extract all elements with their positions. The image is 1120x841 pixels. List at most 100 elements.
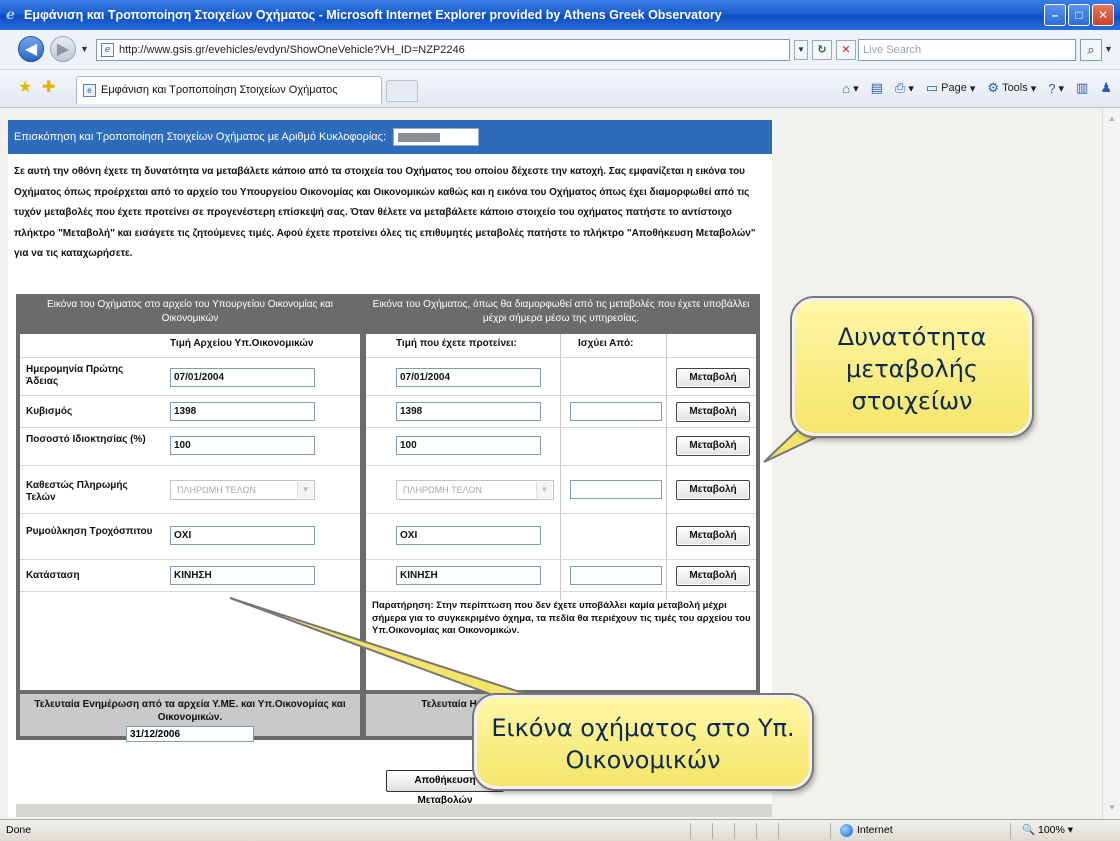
home-icon: ⌂ [842,80,851,96]
proposed-panel: Τιμή που έχετε προτείνει: Ισχύει Από: Με… [366,334,756,690]
ie-logo-icon: e [6,7,15,23]
stop-icon[interactable]: ✕ [836,40,856,60]
status-divider [690,823,691,839]
table-row: ΠΛΗΡΩΜΗ ΤΕΛΩΝ ▼ Μεταβολή [366,466,756,514]
messenger-button[interactable]: ♟ [1100,80,1112,96]
tools-menu-label: Tools [1002,82,1028,94]
proposed-fee-status-select[interactable]: ΠΛΗΡΩΜΗ ΤΕΛΩΝ ▼ [396,480,554,500]
favorites-star-icon[interactable]: ★ [18,80,32,96]
status-divider [712,823,713,839]
proposed-first-license-field[interactable] [396,368,541,387]
change-button[interactable]: Μεταβολή [676,436,750,456]
table-row: Ποσοστό Ιδιοκτησίας (%) [20,428,360,466]
research-button[interactable]: ▥ [1076,80,1088,96]
change-button[interactable]: Μεταβολή [676,566,750,586]
last-update-label: Τελευταία Ενημέρωση από τα αρχεία Υ.ΜΕ. … [34,699,346,723]
archive-towing-field[interactable] [170,526,315,545]
archive-status-field[interactable] [170,566,315,585]
search-options-icon[interactable]: ▼ [1104,44,1113,54]
proposed-engine-cc-field[interactable] [396,402,541,421]
note-text: Παρατήρηση: Στην περίπτωση που δεν έχετε… [372,600,751,636]
research-icon: ▥ [1076,80,1089,95]
back-button[interactable]: ◀ [18,36,44,62]
callout-change-capability: Δυνατότητα μεταβολής στοιχείων [792,298,1032,436]
valid-from-engine-cc-field[interactable] [570,402,662,421]
new-tab-button[interactable] [386,80,418,102]
page-bottom-band [16,804,772,817]
proposed-status-field[interactable] [396,566,541,585]
tab-active[interactable]: e Εμφάνιση και Τροποποίηση Στοιχείων Οχή… [76,76,382,104]
row-label: Ποσοστό Ιδιοκτησίας (%) [26,434,146,445]
vertical-scrollbar[interactable]: ▲ ▼ [1102,108,1120,819]
archive-panel: Τιμή Αρχείου Υπ.Οικονομικών Ημερομηνία Π… [20,334,360,690]
table-row: Ημερομηνία Πρώτης Άδειας [20,358,360,396]
maximize-button[interactable]: □ [1068,4,1090,26]
window-titlebar: e Εμφάνιση και Τροποποίηση Στοιχείων Οχή… [0,0,1120,30]
proposed-towing-field[interactable] [396,526,541,545]
right-panel-title: Εικόνα του Οχήματος, όπως θα διαμορφωθεί… [366,298,756,330]
page-menu[interactable]: ▭ Page ▾ [926,80,976,96]
search-icon[interactable]: ⌕ [1080,39,1102,61]
history-dropdown-icon[interactable]: ▼ [80,44,89,54]
address-dropdown-icon[interactable]: ▼ [794,40,808,60]
table-header-row: Τιμή Αρχείου Υπ.Οικονομικών [20,334,360,358]
page-icon: e [101,43,114,57]
archive-first-license-field[interactable] [170,368,315,387]
globe-icon [840,824,853,837]
col-proposed-header: Τιμή που έχετε προτείνει: [396,338,517,349]
refresh-icon[interactable]: ↻ [812,40,832,60]
tab-title: Εμφάνιση και Τροποποίηση Στοιχείων Οχήμα… [101,84,338,96]
table-row: Μεταβολή [366,514,756,560]
address-bar: ◀ ▶ ▼ e http://www.gsis.gr/evehicles/evd… [0,30,1120,70]
change-button[interactable]: Μεταβολή [676,526,750,546]
change-button[interactable]: Μεταβολή [676,480,750,500]
valid-from-fee-status-field[interactable] [570,480,662,499]
valid-from-status-field[interactable] [570,566,662,585]
callout-vehicle-image: Εικόνα οχήματος στο Υπ. Οικονομικών [474,695,812,789]
tools-menu[interactable]: ⚙ Tools ▾ [987,80,1036,96]
license-plate-field [393,128,480,147]
table-row: Μεταβολή [366,428,756,466]
left-panel-title: Εικόνα του Οχήματος στο αρχείο του Υπουρ… [20,298,360,330]
table-row: Καθεστώς Πληρωμής Τελών ΠΛΗΡΩΜΗ ΤΕΛΩΝ ▼ [20,466,360,514]
home-button[interactable]: ⌂ ▾ [842,81,858,96]
col-valid-from-header: Ισχύει Από: [578,338,634,349]
zoom-control[interactable]: 🔍 100% ▾ [1022,820,1073,841]
proposed-ownership-field[interactable] [396,436,541,455]
page-menu-label: Page [941,82,967,94]
change-button[interactable]: Μεταβολή [676,402,750,422]
security-zone[interactable]: Internet [840,820,893,841]
page-title: Επισκόπηση και Τροποποίηση Στοιχείων Οχή… [14,131,387,143]
table-row: Κατάσταση [20,560,360,592]
last-update-footer: Τελευταία Ενημέρωση από τα αρχεία Υ.ΜΕ. … [20,694,360,742]
chevron-down-icon: ▼ [297,482,313,498]
gear-icon: ⚙ [987,80,1000,95]
url-input[interactable]: e http://www.gsis.gr/evehicles/evdyn/Sho… [96,39,790,61]
table-row: Κυβισμός [20,396,360,428]
close-button[interactable]: ✕ [1092,4,1114,26]
archive-fee-status-select[interactable]: ΠΛΗΡΩΜΗ ΤΕΛΩΝ ▼ [170,480,315,500]
archive-ownership-field[interactable] [170,436,315,455]
status-divider [1010,823,1011,839]
status-divider [830,823,831,839]
scroll-up-icon[interactable]: ▲ [1105,112,1119,126]
help-button[interactable]: ? ▾ [1048,81,1064,96]
search-input[interactable]: Live Search [858,39,1076,61]
status-text: Done [6,824,32,836]
archive-engine-cc-field[interactable] [170,402,315,421]
page-header: Επισκόπηση και Τροποποίηση Στοιχείων Οχή… [8,120,772,154]
table-row: Μεταβολή [366,560,756,592]
print-button[interactable]: ⎙ ▾ [895,80,914,96]
scroll-down-icon[interactable]: ▼ [1105,801,1119,815]
change-button[interactable]: Μεταβολή [676,368,750,388]
feeds-button[interactable]: ▤ [871,80,883,96]
add-favorites-icon[interactable]: ✚ [42,80,55,96]
tab-bar: ★ ✚ e Εμφάνιση και Τροποποίηση Στοιχείων… [0,70,1120,108]
print-icon: ⎙ [894,80,906,95]
search-placeholder: Live Search [863,44,922,56]
status-divider [734,823,735,839]
help-icon: ? [1048,80,1056,96]
row-label: Καθεστώς Πληρωμής Τελών [26,480,128,503]
minimize-button[interactable]: – [1044,4,1066,26]
forward-button[interactable]: ▶ [50,36,76,62]
